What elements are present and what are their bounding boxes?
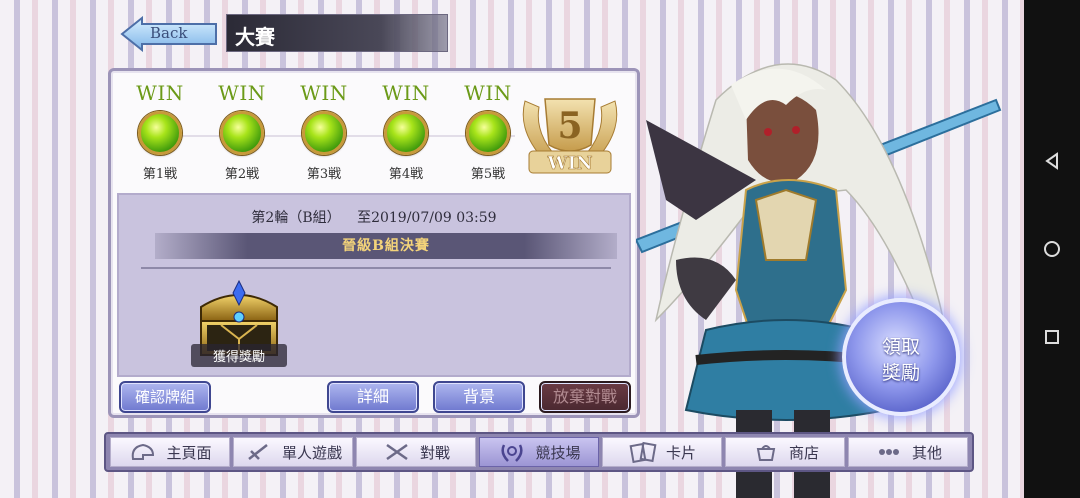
match-5: WIN 第5戦 (453, 81, 523, 182)
nav-label: 競技場 (535, 443, 581, 462)
match-result: WIN (382, 81, 430, 105)
cards-icon (628, 441, 658, 463)
nav-home[interactable]: 主頁面 (110, 437, 230, 467)
round-info: 第2輪（B組） 至2019/07/09 03:59 (119, 207, 629, 227)
confirm-deck-button[interactable]: 確認牌組 (119, 381, 211, 413)
win-orb-icon (138, 111, 182, 155)
shop-icon (751, 441, 781, 463)
arena-laurel-icon (497, 441, 527, 463)
page-title: 大賽 (235, 25, 275, 49)
nav-label: 卡片 (665, 443, 696, 462)
match-result: WIN (218, 81, 266, 105)
detail-button[interactable]: 詳細 (327, 381, 419, 413)
home-icon (128, 441, 158, 463)
round-deadline: 至2019/07/09 03:59 (357, 210, 497, 226)
badge-text: WIN (546, 153, 592, 174)
crossed-swords-icon (382, 441, 412, 463)
laurel-badge-icon: 5 WIN (522, 98, 618, 174)
page-title-bar: 大賽 (226, 14, 448, 52)
abandon-match-button[interactable]: 放棄對戰 (539, 381, 631, 413)
nav-arena[interactable]: 競技場 (479, 437, 599, 467)
claim-label-line1: 領取 (881, 336, 920, 358)
win-orb-icon (220, 111, 264, 155)
claim-reward-button[interactable]: 領取 獎勵 (842, 298, 960, 416)
round-label: 第2輪（B組） (251, 210, 341, 226)
nav-label: 商店 (788, 443, 819, 462)
reward-chest[interactable]: 獲得獎勵 (191, 277, 287, 367)
badge-count: 5 (557, 105, 582, 147)
match-label: 第3戦 (306, 167, 342, 182)
match-result: WIN (464, 81, 512, 105)
nav-back-icon[interactable] (1043, 152, 1061, 170)
character-image (634, 63, 1002, 498)
system-nav-bar (1024, 0, 1080, 498)
stage-banner: 晉級B組決賽 (155, 233, 617, 259)
bottom-nav: 主頁面 單人遊戲 對戰 競技場 卡片 商店 其他 (104, 432, 974, 472)
nav-recents-icon[interactable] (1043, 328, 1061, 346)
nav-other[interactable]: 其他 (848, 437, 968, 467)
match-result: WIN (300, 81, 348, 105)
nav-cards[interactable]: 卡片 (602, 437, 722, 467)
nav-single-player[interactable]: 單人遊戲 (233, 437, 353, 467)
back-button[interactable]: Back (120, 16, 220, 52)
win-orb-icon (302, 111, 346, 155)
character-illustration (634, 30, 1006, 498)
nav-home-icon[interactable] (1043, 240, 1061, 258)
claim-label-line2: 獎勵 (881, 362, 920, 384)
tournament-panel: WIN 第1戦 WIN 第2戦 WIN 第3戦 WIN 第4戦 WIN 第5戦 … (108, 68, 640, 418)
nav-label: 主頁面 (166, 443, 212, 462)
win-orb-icon (466, 111, 510, 155)
win-streak-badge: 5 WIN (515, 91, 625, 183)
match-1: WIN 第1戦 (125, 81, 195, 182)
match-label: 第4戦 (388, 167, 424, 182)
match-2: WIN 第2戦 (207, 81, 277, 182)
nav-label: 其他 (911, 443, 942, 462)
reward-label: 獲得獎勵 (191, 344, 287, 367)
match-3: WIN 第3戦 (289, 81, 359, 182)
background-button[interactable]: 背景 (433, 381, 525, 413)
nav-label: 對戰 (419, 443, 450, 462)
match-label: 第5戦 (470, 167, 506, 182)
match-label: 第2戦 (224, 167, 260, 182)
match-label: 第1戦 (142, 167, 178, 182)
nav-battle[interactable]: 對戰 (356, 437, 476, 467)
divider (141, 267, 611, 269)
round-info-section: 第2輪（B組） 至2019/07/09 03:59 晉級B組決賽 獲得獎勵 (117, 193, 631, 377)
sword-single-icon (244, 441, 274, 463)
nav-label: 單人遊戲 (281, 443, 342, 462)
other-icon (874, 441, 904, 463)
win-orb-icon (384, 111, 428, 155)
back-label: Back (150, 24, 188, 42)
game-screen: Back 大賽 WIN 第1戦 WIN 第2戦 WIN 第3戦 WIN 第4戦 … (0, 0, 1024, 498)
nav-shop[interactable]: 商店 (725, 437, 845, 467)
stage-text: 晉級B組決賽 (342, 238, 430, 254)
match-result: WIN (136, 81, 184, 105)
match-progress: WIN 第1戦 WIN 第2戦 WIN 第3戦 WIN 第4戦 WIN 第5戦 (125, 81, 535, 191)
match-4: WIN 第4戦 (371, 81, 441, 182)
